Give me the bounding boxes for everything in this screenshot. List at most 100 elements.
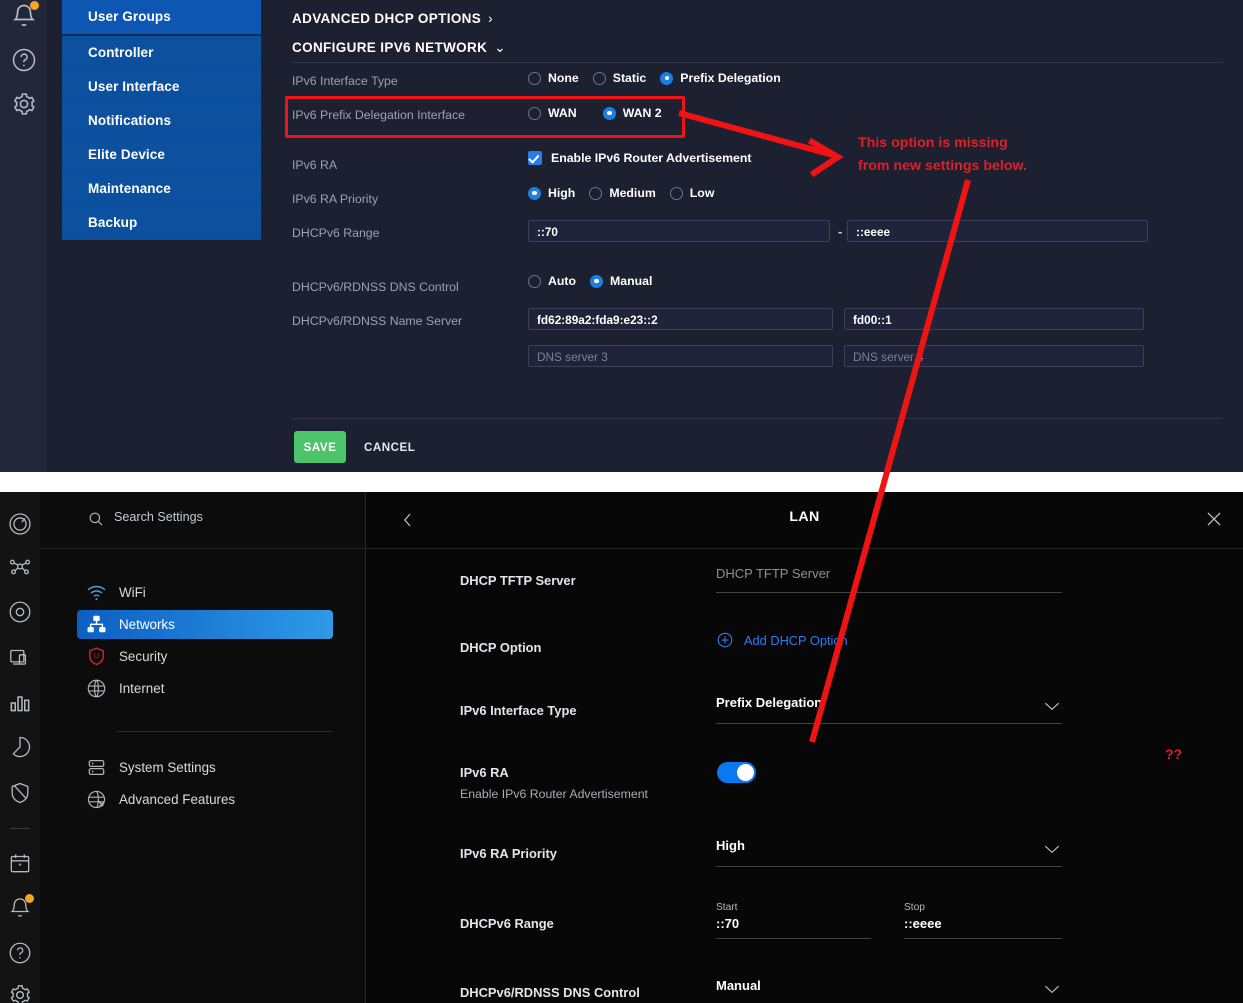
ipv6-ra-checkbox[interactable]: Enable IPv6 Router Advertisement [528,151,751,165]
annotation-question-marks: ?? [1165,746,1182,762]
new-ui-content: LAN DHCP TFTP Server DHCP TFTP Server DH… [366,492,1243,1003]
radio-auto[interactable]: Auto [528,274,576,288]
radio-label: Manual [610,274,652,288]
topology-icon[interactable] [7,554,33,580]
advanced-features-icon [85,788,108,811]
ipv6-ra-toggle[interactable] [717,762,756,783]
notifications-icon[interactable] [7,895,33,921]
sidebar-item-label: Security [119,649,167,664]
dhcp-option-label: DHCP Option [460,640,541,655]
radio-prefix-delegation[interactable]: Prefix Delegation [660,71,780,85]
devices-icon[interactable] [7,599,33,625]
range-separator: - [838,224,842,239]
dhcpv6-range-stop-field[interactable]: ::eeee [904,915,1062,939]
radio-label: None [548,71,579,85]
sidebar-item-security[interactable]: U Security [77,642,333,671]
nav-item-maintenance[interactable]: Maintenance [62,172,261,206]
dns-server-1-input[interactable]: fd62:89a2:fda9:e23::2 [528,308,833,330]
radio-high[interactable]: High [528,186,575,200]
calendar-icon[interactable]: * [7,850,33,876]
nav-item-elite-device[interactable]: Elite Device [62,138,261,172]
ipv6-ra-priority-value: High [716,838,745,853]
dns-server-4-input[interactable]: DNS server 4 [844,345,1144,367]
chevron-down-icon [1042,982,1062,996]
ipv6-interface-type-value: Prefix Delegation [716,695,822,710]
gear-icon[interactable] [10,90,38,118]
dhcpv6-range-stop-input[interactable]: ::eeee [847,220,1148,242]
advanced-dhcp-options-header[interactable]: ADVANCED DHCP OPTIONS› [292,11,493,26]
sidebar-item-wifi[interactable]: WiFi [77,578,333,607]
radio-label: Low [690,186,715,200]
dhcp-tftp-server-input[interactable]: DHCP TFTP Server [716,566,830,581]
dhcpv6-range-stop-value: ::eeee [904,916,942,931]
page-title: LAN [366,509,1243,525]
new-ui-settings-panel: * [0,492,1243,1003]
sidebar-item-system-settings[interactable]: System Settings [77,753,333,782]
dhcp-tftp-server-label: DHCP TFTP Server [460,573,576,588]
configure-ipv6-network-header[interactable]: CONFIGURE IPV6 NETWORK⌄ [292,40,506,56]
globe-icon [85,677,108,700]
radio-low[interactable]: Low [670,186,715,200]
statistics-icon[interactable] [7,690,33,716]
cancel-button[interactable]: CANCEL [364,431,415,463]
search-input[interactable]: Search Settings [114,510,203,524]
nav-item-label: Maintenance [88,181,171,196]
settings-icon[interactable] [7,982,33,1003]
dhcpv6-range-start-input[interactable]: ::70 [528,220,830,242]
sidebar-item-advanced-features[interactable]: Advanced Features [77,785,333,814]
ipv6-interface-type-label: IPv6 Interface Type [292,74,398,88]
close-icon[interactable] [1203,508,1225,530]
dns-server-2-input[interactable]: fd00::1 [844,308,1144,330]
help-icon[interactable] [10,46,38,74]
dashboard-icon[interactable] [7,511,33,537]
search-settings-row[interactable]: Search Settings [40,492,365,549]
radio-medium[interactable]: Medium [589,186,655,200]
wifi-icon [85,581,108,604]
radio-manual[interactable]: Manual [590,274,652,288]
advanced-dhcp-options-label: ADVANCED DHCP OPTIONS [292,11,481,26]
sidebar-item-label: WiFi [119,585,146,600]
ipv6-ra-label: IPv6 RA [292,158,337,172]
radio-circle [528,72,541,85]
dns-server-3-input[interactable]: DNS server 3 [528,345,833,367]
nav-item-label: Controller [88,45,154,60]
nav-item-controller[interactable]: Controller [62,36,261,70]
nav-item-user-interface[interactable]: User Interface [62,70,261,104]
dns-control-value: Manual [716,978,761,993]
plus-circle-icon[interactable] [716,631,734,649]
nav-item-label: User Groups [88,9,171,24]
threat-shield-icon[interactable] [7,780,33,806]
sidebar-item-networks[interactable]: Networks [77,610,333,639]
hotspot-icon[interactable] [7,734,33,760]
bell-icon[interactable] [10,2,38,30]
legacy-form: ADVANCED DHCP OPTIONS› CONFIGURE IPV6 NE… [261,0,1243,472]
save-button[interactable]: SAVE [294,431,346,463]
legacy-settings-panel: User Groups Controller User Interface No… [0,0,1243,472]
dns-control-select[interactable]: Manual [716,975,1062,1003]
ipv6-interface-type-select[interactable]: Prefix Delegation [716,692,1062,724]
nav-item-user-groups[interactable]: User Groups [62,0,261,36]
radio-label: High [548,186,575,200]
lan-panel-header: LAN [366,492,1243,549]
nav-item-notifications[interactable]: Notifications [62,104,261,138]
ipv6-interface-type-label: IPv6 Interface Type [460,703,577,718]
new-ui-sidebar: Search Settings WiFi Networks [40,492,366,1003]
nav-item-backup[interactable]: Backup [62,206,261,240]
radio-static[interactable]: Static [593,71,647,85]
nav-item-label: Notifications [88,113,171,128]
radio-circle [528,187,541,200]
section-divider [291,62,1223,63]
sidebar-item-internet[interactable]: Internet [77,674,333,703]
search-icon [87,510,105,528]
client-devices-icon[interactable] [7,644,33,670]
dhcpv6-range-start-field[interactable]: ::70 [716,915,871,939]
dhcp-tftp-server-field[interactable]: DHCP TFTP Server [716,564,1062,593]
legacy-icon-rail [0,0,47,472]
ipv6-ra-priority-select[interactable]: High [716,835,1062,867]
radio-label: Prefix Delegation [680,71,780,85]
radio-none[interactable]: None [528,71,579,85]
sidebar-item-label: System Settings [119,760,216,775]
add-dhcp-option-link[interactable]: Add DHCP Option [744,633,848,648]
networks-icon [85,613,108,636]
help-icon[interactable] [7,940,33,966]
